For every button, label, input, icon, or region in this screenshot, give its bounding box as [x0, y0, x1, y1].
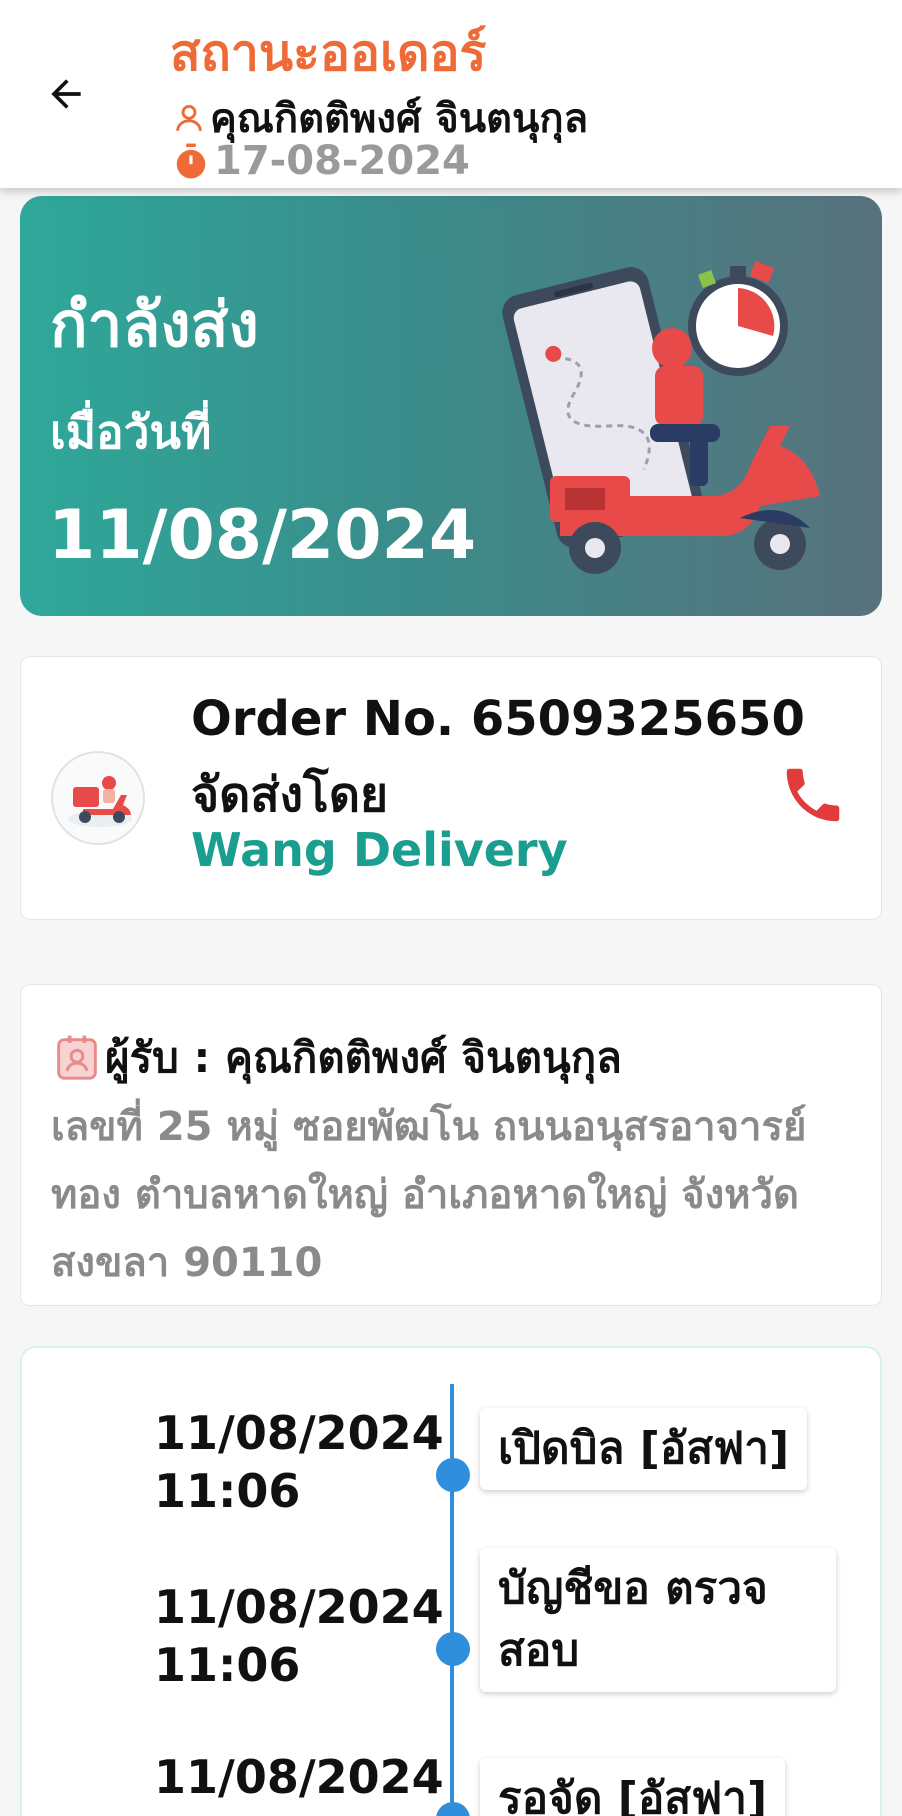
courier-name: Wang Delivery [191, 823, 568, 877]
order-number: Order No. 6509325650 [191, 691, 805, 747]
timeline-status: รอจัด [อัสฟา] [480, 1758, 786, 1816]
timer-icon [176, 143, 206, 179]
timeline-status: เปิดบิล [อัสฟา] [480, 1408, 808, 1490]
timeline-date: 11/08/2024 11:06 [154, 1406, 444, 1518]
ship-by-label: จัดส่งโดย [191, 767, 389, 823]
timeline-dot [436, 1458, 470, 1492]
timeline-date: 11/08/2024 11:06 [154, 1580, 444, 1692]
order-timeline: 11/08/2024 11:06 เปิดบิล [อัสฟา] 11/08/2… [20, 1346, 882, 1816]
phone-icon [786, 768, 840, 822]
contact-card-icon [57, 1035, 97, 1080]
status-date: 11/08/2024 [48, 496, 477, 575]
recipient-card: ผู้รับ : คุณกิตติพงศ์ จินตนุกุล เลขที่ 2… [20, 984, 882, 1306]
recipient-row: ผู้รับ : คุณกิตติพงศ์ จินตนุกุล [55, 1025, 622, 1091]
delivery-address: เลขที่ 25 หมู่ ซอยพัฒโน ถนนอนุสรอาจารย์ท… [51, 1104, 807, 1286]
delivery-status: กำลังส่ง [50, 288, 259, 361]
timeline-date: 11/08/2024 [154, 1750, 444, 1804]
status-banner: กำลังส่ง เมื่อวันที่ 11/08/2024 [20, 196, 882, 616]
page-title: สถานะออเดอร์ [170, 24, 487, 82]
status-date-label: เมื่อวันที่ [50, 405, 212, 459]
order-date: 17-08-2024 [214, 138, 470, 184]
back-arrow-icon [51, 79, 81, 109]
timeline-dot [436, 1632, 470, 1666]
order-date-row: 17-08-2024 [172, 138, 470, 184]
call-button[interactable] [773, 755, 853, 835]
person-icon [176, 104, 202, 131]
courier-avatar-icon [51, 751, 145, 845]
timeline-status: บัญชีขอ ตรวจสอบ [480, 1548, 836, 1692]
order-card: Order No. 6509325650 จัดส่งโดย Wang Deli… [20, 656, 882, 920]
delivery-scooter-illustration [502, 261, 820, 574]
timeline-line [450, 1384, 454, 1816]
recipient-name: ผู้รับ : คุณกิตติพงศ์ จินตนุกุล [105, 1033, 622, 1082]
back-button[interactable] [36, 64, 96, 124]
app-header: สถานะออเดอร์ คุณกิตติพงศ์ จินตนุกุล 17-0… [0, 0, 902, 188]
